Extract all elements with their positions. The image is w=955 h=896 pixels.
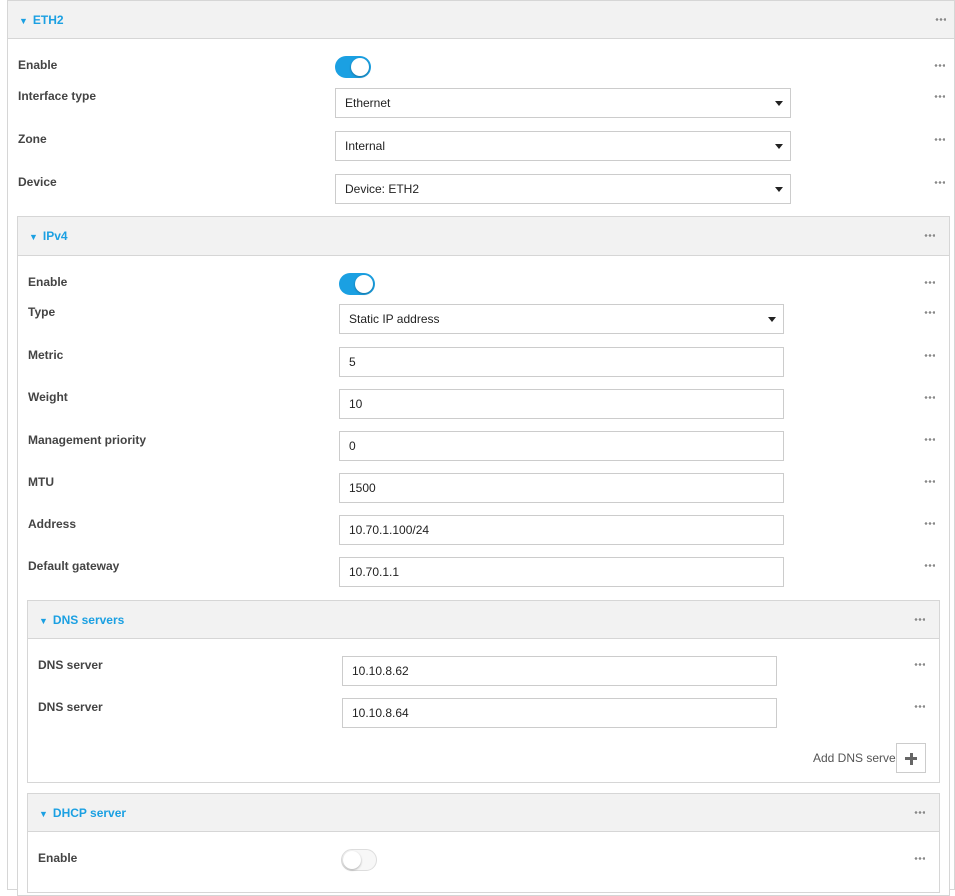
interface-type-select[interactable]: Ethernet (335, 88, 791, 118)
gateway-value: 10.70.1.1 (349, 565, 400, 579)
eth2-enable-label: Enable (18, 58, 58, 72)
ipv4-enable-label: Enable (28, 275, 68, 289)
ipv4-more-icon[interactable] (924, 234, 935, 237)
dhcp-enable-label: Enable (38, 851, 78, 865)
mtu-input[interactable]: 1500 (339, 473, 784, 503)
mtu-label: MTU (28, 475, 54, 489)
dhcp-panel: ▼ DHCP server (27, 793, 940, 893)
type-value: Static IP address (349, 312, 440, 326)
ipv4-enable-more-icon[interactable] (924, 281, 935, 284)
toggle-knob (343, 851, 361, 869)
add-dns-server-label[interactable]: Add DNS server (813, 751, 900, 765)
weight-value: 10 (349, 397, 363, 411)
zone-more-icon[interactable] (934, 138, 945, 141)
dns-server-value: 10.10.8.62 (352, 664, 409, 678)
triangle-down-icon: ▼ (29, 232, 38, 242)
eth2-title-text: ETH2 (32, 12, 64, 27)
mgmt-priority-more-icon[interactable] (924, 438, 935, 441)
dns-panel: ▼ DNS servers (27, 600, 940, 783)
dhcp-enable-more-icon[interactable] (914, 857, 925, 860)
dns-server-input[interactable]: 10.10.8.64 (342, 698, 777, 728)
eth2-more-icon[interactable] (935, 18, 946, 21)
triangle-down-icon: ▼ (39, 615, 48, 626)
triangle-down-icon: ▼ (19, 15, 28, 26)
weight-input[interactable]: 10 (339, 389, 784, 419)
dns-server-more-icon[interactable] (914, 663, 925, 666)
eth2-title[interactable]: ▼ ETH2 (19, 13, 64, 27)
ipv4-title-text: IPv4 (42, 229, 68, 243)
device-select[interactable]: Device: ETH2 (335, 174, 791, 204)
caret-down-icon (775, 144, 783, 149)
caret-down-icon (768, 317, 776, 322)
ipv4-header[interactable]: ▼ IPv4 (18, 217, 949, 256)
ipv4-enable-toggle[interactable] (339, 273, 375, 295)
mgmt-priority-value: 0 (349, 439, 356, 453)
eth2-enable-more-icon[interactable] (934, 64, 945, 67)
dns-server-label: DNS server (38, 700, 103, 714)
zone-select[interactable]: Internal (335, 131, 791, 161)
type-label: Type (28, 305, 56, 319)
dns-more-icon[interactable] (914, 618, 925, 621)
mgmt-priority-input[interactable]: 0 (339, 431, 784, 461)
eth2-header[interactable]: ▼ ETH2 (8, 1, 954, 39)
metric-more-icon[interactable] (924, 354, 935, 357)
address-input[interactable]: 10.70.1.100/24 (339, 515, 784, 545)
device-value: Device: ETH2 (345, 182, 420, 196)
weight-label: Weight (28, 390, 68, 404)
zone-label: Zone (18, 132, 47, 146)
dns-server-input[interactable]: 10.10.8.62 (342, 656, 777, 686)
gateway-label: Default gateway (28, 559, 120, 573)
interface-type-value: Ethernet (345, 96, 391, 110)
triangle-down-icon: ▼ (39, 808, 48, 819)
dns-server-label: DNS server (38, 658, 103, 672)
toggle-knob (351, 58, 369, 76)
device-more-icon[interactable] (934, 181, 945, 184)
ipv4-title[interactable]: ▼ IPv4 (29, 229, 68, 243)
zone-value: Internal (345, 139, 386, 153)
dns-header[interactable]: ▼ DNS servers (28, 601, 939, 639)
address-label: Address (28, 517, 77, 531)
dns-server-more-icon[interactable] (914, 705, 925, 708)
gateway-more-icon[interactable] (924, 564, 935, 567)
dns-title[interactable]: ▼ DNS servers (39, 613, 124, 627)
metric-input[interactable]: 5 (339, 347, 784, 377)
dhcp-title[interactable]: ▼ DHCP server (39, 806, 126, 820)
device-label: Device (18, 175, 57, 189)
eth2-enable-toggle[interactable] (335, 56, 371, 78)
caret-down-icon (775, 187, 783, 192)
weight-more-icon[interactable] (924, 396, 935, 399)
mgmt-priority-label: Management priority (28, 433, 147, 447)
dhcp-more-icon[interactable] (914, 811, 925, 814)
dhcp-enable-toggle[interactable] (341, 849, 377, 871)
type-more-icon[interactable] (924, 311, 935, 314)
dhcp-header[interactable]: ▼ DHCP server (28, 794, 939, 832)
interface-type-more-icon[interactable] (934, 95, 945, 98)
type-select[interactable]: Static IP address (339, 304, 784, 334)
metric-label: Metric (28, 348, 64, 362)
interface-type-label: Interface type (18, 89, 97, 103)
dns-server-value: 10.10.8.64 (352, 706, 409, 720)
toggle-knob (355, 275, 373, 293)
gateway-input[interactable]: 10.70.1.1 (339, 557, 784, 587)
caret-down-icon (775, 101, 783, 106)
add-dns-server-button[interactable] (896, 743, 926, 773)
address-value: 10.70.1.100/24 (349, 523, 430, 537)
mtu-value: 1500 (349, 481, 376, 495)
dhcp-title-text: DHCP server (52, 805, 127, 820)
mtu-more-icon[interactable] (924, 480, 935, 483)
metric-value: 5 (349, 355, 356, 369)
address-more-icon[interactable] (924, 522, 935, 525)
dns-title-text: DNS servers (52, 612, 125, 627)
